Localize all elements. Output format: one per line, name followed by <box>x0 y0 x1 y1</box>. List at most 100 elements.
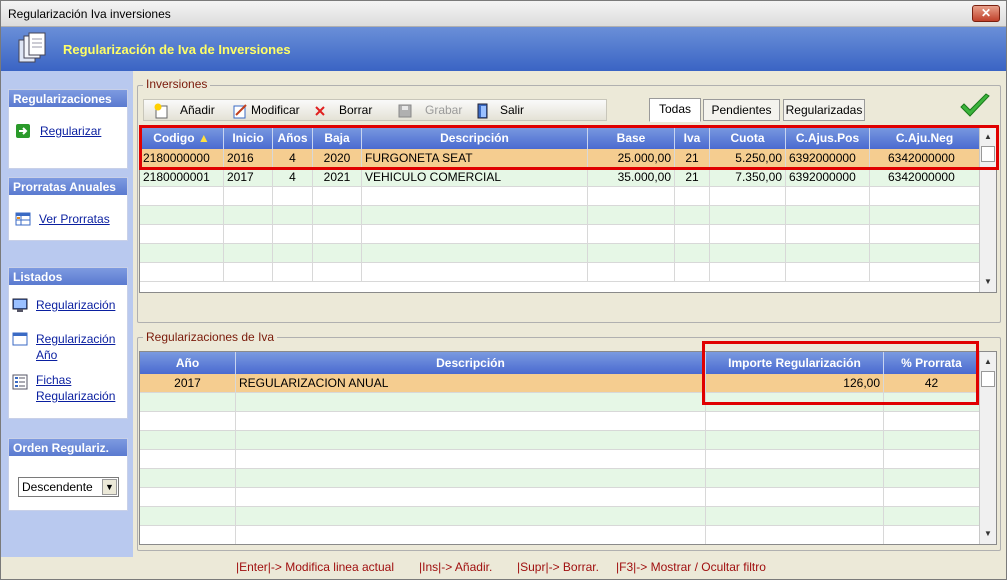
sort-asc-icon: ▲ <box>197 131 210 145</box>
scroll-thumb[interactable] <box>981 371 995 387</box>
col-iva[interactable]: Iva <box>675 127 710 149</box>
cell-cajuspos: 6392000000 <box>786 168 870 187</box>
col-cuota[interactable]: Cuota <box>710 127 786 149</box>
sidebar-item-regularizacion-ano-line1[interactable]: Regularización <box>36 331 115 347</box>
col-base[interactable]: Base <box>588 127 675 149</box>
add-button[interactable]: Añadir <box>180 103 215 117</box>
status-bar: |Enter|-> Modifica linea actual |Ins|-> … <box>1 557 1006 579</box>
panel-title-regularizaciones: Regularizaciones <box>9 90 127 107</box>
cell-anos: 4 <box>273 168 313 187</box>
header-title: Regularización de Iva de Inversiones <box>63 42 291 57</box>
sidebar-item-regularizar[interactable]: Regularizar <box>40 123 101 139</box>
sidebar-item-regularizacion-ano-line2[interactable]: Año <box>36 347 57 363</box>
cell-cajuneg: 6342000000 <box>870 149 980 168</box>
inversiones-grid-header: Codigo ▲ Inicio Años Baja Descripción Ba… <box>140 127 980 149</box>
cell-iva: 21 <box>675 168 710 187</box>
cell-descripcion: REGULARIZACION ANUAL <box>236 374 706 393</box>
cell-baja: 2021 <box>313 168 362 187</box>
col-inicio[interactable]: Inicio <box>224 127 273 149</box>
delete-icon <box>315 106 325 116</box>
table-row[interactable]: 2180000001 2017 4 2021 VEHICULO COMERCIA… <box>140 168 980 187</box>
sidebar-item-ver-prorratas[interactable]: Ver Prorratas <box>39 211 110 227</box>
cell-baja: 2020 <box>313 149 362 168</box>
col-codigo[interactable]: Codigo ▲ <box>140 127 224 149</box>
header-banner: Regularización de Iva de Inversiones <box>1 27 1006 71</box>
cell-base: 25.000,00 <box>588 149 675 168</box>
window-icon <box>12 332 28 346</box>
empty-row <box>140 225 980 244</box>
col-prorrata[interactable]: % Prorrata <box>884 352 980 374</box>
col-codigo-label: Codigo <box>153 131 195 145</box>
delete-button[interactable]: Borrar <box>339 103 372 117</box>
cell-cuota: 5.250,00 <box>710 149 786 168</box>
regularizaciones-scrollbar[interactable]: ▲ ▼ <box>979 352 996 544</box>
regularizaciones-legend: Regularizaciones de Iva <box>143 330 278 344</box>
status-enter-hint: |Enter|-> Modifica linea actual <box>236 560 394 574</box>
monitor-icon <box>12 298 28 312</box>
cell-cajuneg: 6342000000 <box>870 168 980 187</box>
col-ano[interactable]: Año <box>140 352 236 374</box>
cell-iva: 21 <box>675 149 710 168</box>
cell-codigo: 2180000001 <box>140 168 224 187</box>
panel-title-prorratas: Prorratas Anuales <box>9 178 127 195</box>
save-button[interactable]: Grabar <box>425 103 462 117</box>
tab-regularizadas[interactable]: Regularizadas <box>783 99 865 121</box>
inversiones-legend: Inversiones <box>143 77 211 91</box>
inversiones-scrollbar[interactable]: ▲ ▼ <box>979 127 996 292</box>
scroll-down-icon[interactable]: ▼ <box>980 274 996 290</box>
main-area: Inversiones Añadir Modificar Borrar Grab… <box>133 71 1006 557</box>
regularizaciones-grid: Año Descripción Importe Regularización %… <box>139 351 997 545</box>
scroll-down-icon[interactable]: ▼ <box>980 526 996 542</box>
empty-row <box>140 507 980 526</box>
table-icon <box>15 212 31 226</box>
col-importe[interactable]: Importe Regularización <box>706 352 884 374</box>
col-cajuspos[interactable]: C.Ajus.Pos <box>786 127 870 149</box>
panel-title-listados: Listados <box>9 268 127 285</box>
status-f3-hint: |F3|-> Mostrar / Ocultar filtro <box>616 560 766 574</box>
cell-importe: 126,00 <box>706 374 884 393</box>
empty-row <box>140 393 980 412</box>
empty-row <box>140 263 980 282</box>
empty-row <box>140 206 980 225</box>
scroll-thumb[interactable] <box>981 146 995 162</box>
tab-todas[interactable]: Todas <box>649 98 701 122</box>
sidebar: Regularizaciones Regularizar Prorratas A… <box>1 71 133 557</box>
title-bar: Regularización Iva inversiones ✕ <box>1 1 1006 27</box>
empty-row <box>140 412 980 431</box>
modify-button[interactable]: Modificar <box>251 103 300 117</box>
empty-row <box>140 431 980 450</box>
col-descripcion[interactable]: Descripción <box>362 127 588 149</box>
empty-row <box>140 488 980 507</box>
chevron-down-icon[interactable]: ▼ <box>102 479 117 495</box>
scroll-up-icon[interactable]: ▲ <box>980 354 996 370</box>
cell-cajuspos: 6392000000 <box>786 149 870 168</box>
close-button[interactable]: ✕ <box>972 5 1000 22</box>
sidebar-item-fichas-line2[interactable]: Regularización <box>36 388 115 404</box>
cell-ano: 2017 <box>140 374 236 393</box>
edit-icon <box>233 104 247 119</box>
orden-select[interactable]: Descendente ▼ <box>18 477 119 497</box>
scroll-up-icon[interactable]: ▲ <box>980 129 996 145</box>
table-row[interactable]: 2180000000 2016 4 2020 FURGONETA SEAT 25… <box>140 149 980 168</box>
col-descripcion[interactable]: Descripción <box>236 352 706 374</box>
list-icon <box>12 374 28 390</box>
table-row[interactable]: 2017 REGULARIZACION ANUAL 126,00 42 <box>140 374 980 393</box>
empty-row <box>140 450 980 469</box>
cell-cuota: 7.350,00 <box>710 168 786 187</box>
cell-descripcion: VEHICULO COMERCIAL <box>362 168 588 187</box>
col-baja[interactable]: Baja <box>313 127 362 149</box>
cell-inicio: 2016 <box>224 149 273 168</box>
panel-title-orden: Orden Regulariz. <box>9 439 127 456</box>
inversiones-toolbar: Añadir Modificar Borrar Grabar Salir <box>143 99 607 121</box>
tab-pendientes[interactable]: Pendientes <box>703 99 780 121</box>
exit-button[interactable]: Salir <box>500 103 524 117</box>
empty-row <box>140 244 980 263</box>
panel-listados: Listados Regularización Regularización A… <box>8 267 128 419</box>
sidebar-item-listado-regularizacion[interactable]: Regularización <box>36 297 115 313</box>
col-cajuneg[interactable]: C.Aju.Neg <box>870 127 980 149</box>
sidebar-item-fichas-line1[interactable]: Fichas <box>36 372 71 388</box>
inversiones-grid: Codigo ▲ Inicio Años Baja Descripción Ba… <box>139 126 997 293</box>
cell-base: 35.000,00 <box>588 168 675 187</box>
col-anos[interactable]: Años <box>273 127 313 149</box>
checkmark-icon[interactable] <box>959 93 991 119</box>
